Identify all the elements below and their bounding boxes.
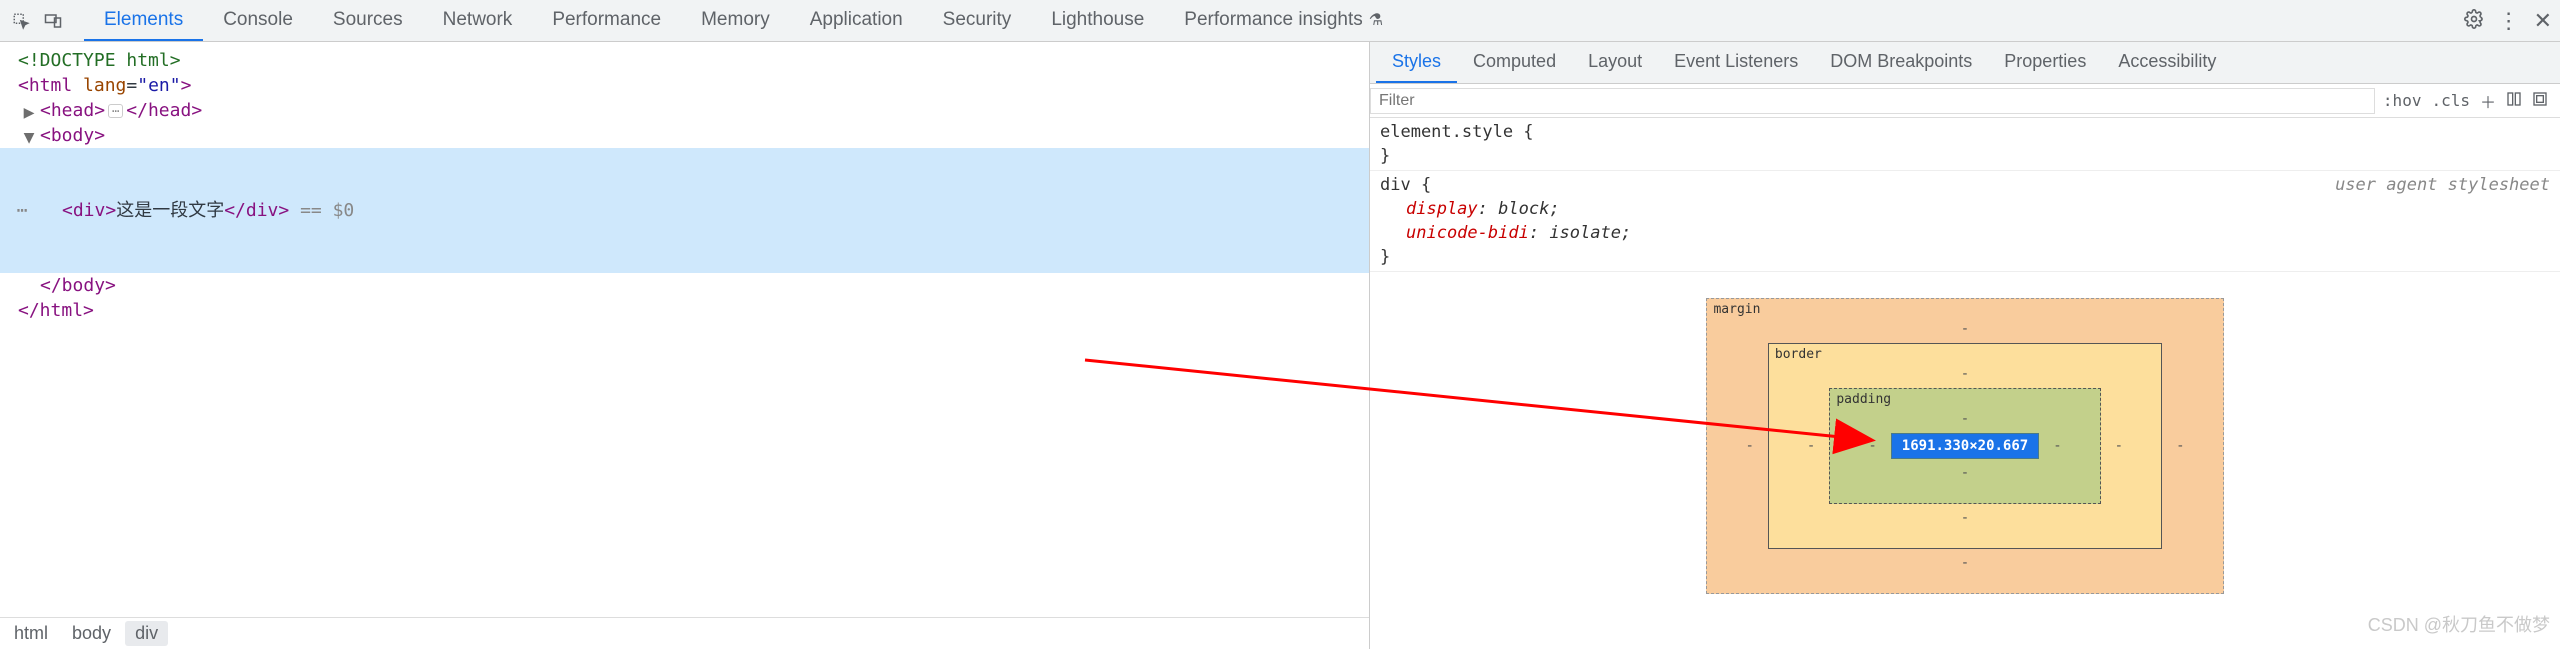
tab-elements[interactable]: Elements (84, 0, 203, 41)
border-label: border (1775, 347, 1822, 362)
html-close-line[interactable]: </html> (18, 298, 1359, 323)
tab-memory[interactable]: Memory (681, 0, 790, 41)
padding-top-val: - (1961, 411, 1969, 427)
border-right-val: - (2115, 438, 2123, 454)
rule-div-ua[interactable]: user agent stylesheet div { display: blo… (1370, 171, 2560, 272)
margin-bottom-val: - (1961, 555, 1969, 571)
body-open-line[interactable]: ▼<body> (18, 123, 1359, 148)
crumb-html[interactable]: html (4, 621, 58, 646)
tab-lighthouse[interactable]: Lighthouse (1031, 0, 1164, 41)
stab-accessibility[interactable]: Accessibility (2102, 42, 2232, 83)
kebab-menu-icon[interactable]: ⋮ (2498, 8, 2520, 34)
crumb-body[interactable]: body (62, 621, 121, 646)
cls-toggle[interactable]: .cls (2431, 91, 2470, 110)
box-model-wrap: margin - - border - - (1370, 272, 2560, 594)
content-size[interactable]: 1691.330×20.667 (1891, 433, 2039, 459)
margin-top-val: - (1961, 321, 1969, 337)
dom-tree[interactable]: <!DOCTYPE html> <html lang="en"> ▶<head>… (0, 42, 1369, 617)
tab-application[interactable]: Application (790, 0, 923, 41)
close-icon[interactable]: ✕ (2534, 8, 2552, 34)
styles-tabs: Styles Computed Layout Event Listeners D… (1370, 42, 2560, 84)
crumb-div[interactable]: div (125, 621, 168, 646)
rendering-panel-icon[interactable] (2532, 91, 2548, 111)
panel-tabs: Elements Console Sources Network Perform… (84, 0, 1403, 41)
padding-left-val: - (1868, 438, 1876, 454)
twisty-icon[interactable]: ▼ (22, 125, 36, 150)
html-open-line[interactable]: <html lang="en"> (18, 73, 1359, 98)
tab-performance-insights[interactable]: Performance insights ⚗ (1164, 0, 1403, 41)
stab-styles[interactable]: Styles (1376, 42, 1457, 83)
border-bottom-val: - (1961, 510, 1969, 526)
body-close-line[interactable]: </body> (18, 273, 1359, 298)
inspect-element-icon[interactable] (8, 8, 34, 34)
padding-bottom-val: - (1961, 465, 1969, 481)
selected-ref: == $0 (289, 200, 354, 221)
new-rule-icon[interactable]: ＋ (2480, 89, 2496, 113)
margin-label: margin (1713, 302, 1760, 317)
hov-toggle[interactable]: :hov (2383, 91, 2422, 110)
computed-sidebar-icon[interactable] (2506, 91, 2522, 111)
margin-left-val: - (1745, 438, 1753, 454)
tab-perf-insights-label: Performance insights (1184, 9, 1362, 31)
border-top-val: - (1961, 366, 1969, 382)
doctype-line[interactable]: <!DOCTYPE html> (18, 50, 181, 71)
filter-row: :hov .cls ＋ (1370, 84, 2560, 118)
tab-performance[interactable]: Performance (532, 0, 681, 41)
padding-right-val: - (2053, 438, 2061, 454)
ellipsis-icon[interactable]: ⋯ (108, 104, 123, 118)
dom-panel: <!DOCTYPE html> <html lang="en"> ▶<head>… (0, 42, 1370, 649)
devtools-top-bar: Elements Console Sources Network Perform… (0, 0, 2560, 42)
top-right-controls: ⋮ ✕ (2464, 8, 2552, 34)
tab-network[interactable]: Network (423, 0, 533, 41)
rule-element-style[interactable]: element.style { } (1370, 118, 2560, 171)
device-toolbar-icon[interactable] (40, 8, 66, 34)
stab-event-listeners[interactable]: Event Listeners (1658, 42, 1814, 83)
tab-console[interactable]: Console (203, 0, 313, 41)
styles-panel: Styles Computed Layout Event Listeners D… (1370, 42, 2560, 649)
head-line[interactable]: ▶<head>⋯</head> (18, 98, 1359, 123)
beaker-icon: ⚗ (1369, 10, 1383, 30)
stab-properties[interactable]: Properties (1988, 42, 2102, 83)
filter-input[interactable] (1370, 88, 2375, 114)
selected-div-line[interactable]: ⋯<div>这是一段文字</div> == $0 (0, 148, 1369, 273)
stab-dom-breakpoints[interactable]: DOM Breakpoints (1814, 42, 1988, 83)
padding-label: padding (1836, 392, 1891, 407)
stab-computed[interactable]: Computed (1457, 42, 1572, 83)
tab-sources[interactable]: Sources (313, 0, 423, 41)
style-rules: element.style { } user agent stylesheet … (1370, 118, 2560, 272)
ua-stylesheet-label: user agent stylesheet (2335, 173, 2550, 197)
row-actions-icon[interactable]: ⋯ (12, 198, 32, 223)
border-left-val: - (1807, 438, 1815, 454)
main-split: <!DOCTYPE html> <html lang="en"> ▶<head>… (0, 42, 2560, 649)
gear-icon[interactable] (2464, 9, 2484, 32)
stab-layout[interactable]: Layout (1572, 42, 1658, 83)
box-model[interactable]: margin - - border - - (1706, 298, 2223, 594)
margin-right-val: - (2176, 438, 2184, 454)
tab-security[interactable]: Security (923, 0, 1032, 41)
breadcrumbs: html body div (0, 617, 1369, 649)
twisty-icon[interactable]: ▶ (22, 100, 36, 125)
